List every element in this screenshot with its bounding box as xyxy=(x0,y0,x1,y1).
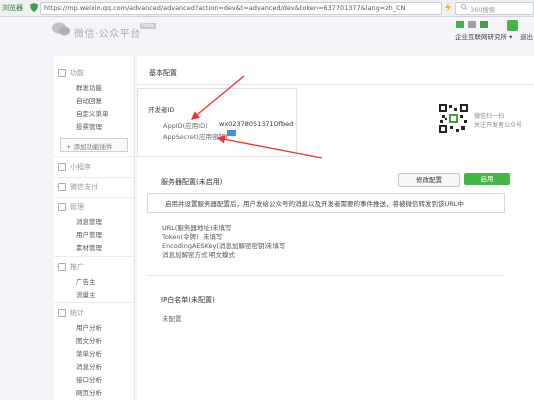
sidebar-item-article-analysis[interactable]: 图文分析 xyxy=(76,335,102,345)
sidebar-item-publisher[interactable]: 流量主 xyxy=(76,289,96,299)
page-title: 基本配置 xyxy=(149,69,177,77)
address-bar-url[interactable]: https://mp.weixin.qq.com/advanced/advanc… xyxy=(44,4,405,12)
developer-id-heading: 开发者ID xyxy=(148,106,175,114)
section-divider xyxy=(147,275,503,276)
manage-icon xyxy=(58,203,66,211)
sidebar-group-wechat-pay[interactable]: 微信支付 xyxy=(58,182,98,192)
header-message-icon[interactable] xyxy=(468,21,476,28)
sidebar-item-auto-reply[interactable]: 自动回复 xyxy=(76,95,102,105)
sidebar-group-manage[interactable]: 管理 xyxy=(58,202,84,212)
sidebar-item-users[interactable]: 用户管理 xyxy=(76,229,102,239)
ip-whitelist-title: IP白名单(未配置) xyxy=(161,296,215,304)
encrypt-mode-label: 消息加解密方式 xyxy=(162,251,208,259)
logout-link[interactable]: 退出 xyxy=(520,31,533,41)
server-config-notice-text: 启用并设置服务器配置后，用户发给公众号的消息以及开发者需要的事件推送，将被微信转… xyxy=(165,200,464,208)
browser-mode-label[interactable]: 浏览器 xyxy=(2,3,23,13)
sidebar-item-menu-analysis[interactable]: 菜单分析 xyxy=(76,348,102,358)
sidebar-divider xyxy=(54,256,134,257)
sidebar-group-functions[interactable]: 功能 xyxy=(58,68,84,78)
chart-icon xyxy=(58,309,66,317)
lightning-icon[interactable] xyxy=(444,3,452,12)
grid-icon xyxy=(58,69,66,77)
appid-label: AppID(应用ID) xyxy=(163,122,208,130)
browser-search-placeholder: 360搜索 xyxy=(470,6,496,14)
add-function-plugin-label: + 添加功能插件 xyxy=(66,143,113,151)
sidebar-item-materials[interactable]: 素材管理 xyxy=(76,242,102,252)
enable-button[interactable]: 启用 xyxy=(464,173,510,185)
sidebar-divider xyxy=(54,197,134,198)
header-notify-icon[interactable] xyxy=(480,21,488,28)
sidebar-item-user-analysis[interactable]: 用户分析 xyxy=(76,322,102,332)
wallet-icon xyxy=(58,183,66,191)
platform-logo-text[interactable]: 微信·公众平台 xyxy=(74,25,141,40)
miniprogram-icon xyxy=(58,163,66,171)
search-icon xyxy=(461,4,467,10)
sidebar: 功能 群发功能 自动回复 自定义菜单 投票管理 小程序 微信支付 管理 消息管理… xyxy=(54,56,135,400)
sidebar-group-stats[interactable]: 统计 xyxy=(58,308,84,318)
title-divider xyxy=(137,84,534,85)
appid-value: wx02378051371Ofbed xyxy=(219,120,294,128)
account-name[interactable]: 企业互联网研究所 ▾ xyxy=(455,31,512,41)
aeskey-value: 未填写 xyxy=(266,242,286,250)
server-config-title: 服务器配置(未启用) xyxy=(161,178,223,186)
appsecret-label: AppSecret(应用密钥) xyxy=(163,133,228,141)
ip-whitelist-value: 未配置 xyxy=(162,315,182,323)
encrypt-mode-value: 明文模式 xyxy=(209,251,235,259)
sidebar-item-custom-menu[interactable]: 自定义菜单 xyxy=(76,108,109,118)
megaphone-icon xyxy=(58,263,66,271)
sidebar-group-promotion[interactable]: 推广 xyxy=(58,262,84,272)
modify-config-button[interactable]: 修改配置 xyxy=(398,173,460,187)
qr-code-icon xyxy=(438,103,469,134)
sidebar-divider xyxy=(54,177,134,178)
sidebar-item-advertiser[interactable]: 广告主 xyxy=(76,276,96,286)
sidebar-item-vote[interactable]: 投票管理 xyxy=(76,121,102,131)
avatar[interactable] xyxy=(507,20,518,31)
sidebar-divider xyxy=(54,302,134,303)
header-shortcut-icon[interactable] xyxy=(456,21,464,28)
wechat-logo-icon[interactable] xyxy=(52,22,70,36)
sidebar-item-messages[interactable]: 消息管理 xyxy=(76,216,102,226)
sidebar-divider xyxy=(54,156,134,157)
appsecret-reset-icon[interactable] xyxy=(227,130,236,136)
sidebar-item-mass-send[interactable]: 群发功能 xyxy=(76,82,102,92)
sidebar-item-web-analysis[interactable]: 网页分析 xyxy=(76,387,102,397)
sidebar-item-api-analysis[interactable]: 接口分析 xyxy=(76,374,102,384)
sidebar-item-message-analysis[interactable]: 消息分析 xyxy=(76,361,102,371)
sidebar-group-miniprogram[interactable]: 小程序 xyxy=(58,162,91,172)
qr-caption-line2: 关注开发者公众号 xyxy=(474,122,523,129)
qr-caption-line1: 微信扫一扫 xyxy=(474,113,505,120)
beta-badge: Beta xyxy=(140,23,156,29)
secure-shield-icon xyxy=(30,3,38,12)
